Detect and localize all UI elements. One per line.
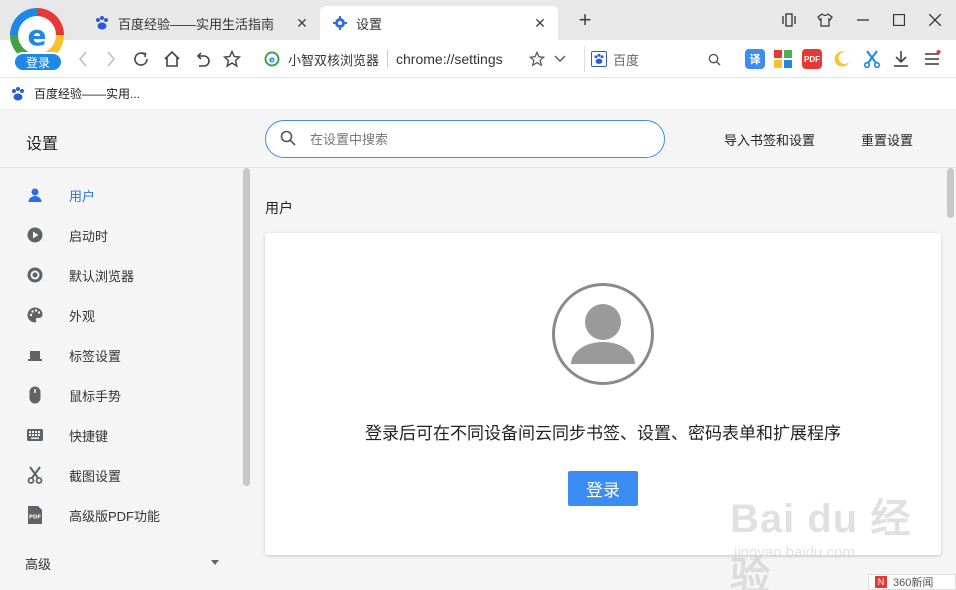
sidebar-item-pdf[interactable]: PDF 高级版PDF功能 xyxy=(0,496,240,534)
mouse-icon xyxy=(25,385,45,405)
address-toolbar: e 小智双核浏览器 chrome://settings 百度 译 PDF xyxy=(0,40,956,78)
download-icon[interactable] xyxy=(891,49,911,69)
address-separator xyxy=(387,50,389,68)
browser-logo-letter: e xyxy=(18,16,56,54)
compact-mode-icon[interactable] xyxy=(777,8,801,32)
sync-description: 登录后可在不同设备间云同步书签、设置、密码表单和扩展程序 xyxy=(365,424,841,443)
pdf-icon[interactable]: PDF xyxy=(802,49,822,69)
url-text[interactable]: chrome://settings xyxy=(396,51,503,67)
window-close-icon[interactable] xyxy=(923,8,947,32)
sidebar-item-label: 外观 xyxy=(69,308,96,324)
gear-icon xyxy=(332,15,348,31)
advanced-section-toggle[interactable]: 高级 xyxy=(25,554,51,573)
maximize-icon[interactable] xyxy=(887,8,911,32)
close-icon[interactable]: ✕ xyxy=(532,15,548,31)
skin-shirt-icon[interactable] xyxy=(813,8,837,32)
browser-logo[interactable]: e 登录 xyxy=(8,8,68,72)
reload-icon[interactable] xyxy=(130,48,152,70)
sidebar-item-default-browser[interactable]: 默认浏览器 xyxy=(0,256,240,294)
target-icon xyxy=(25,265,45,285)
screenshot-scissors-icon[interactable] xyxy=(862,49,882,69)
tab-title: 百度经验——实用生活指南 xyxy=(118,16,275,32)
home-icon[interactable] xyxy=(161,48,183,70)
forward-icon[interactable] xyxy=(100,48,122,70)
new-tab-button[interactable]: + xyxy=(574,9,596,32)
chevron-down-icon[interactable] xyxy=(211,560,219,565)
sidebar-item-label: 高级版PDF功能 xyxy=(69,508,161,524)
site-browser-icon: e xyxy=(264,51,280,67)
sidebar-item-label: 鼠标手势 xyxy=(69,388,122,404)
baidu-paw-icon xyxy=(94,15,110,31)
svg-text:e: e xyxy=(269,56,275,66)
page-title: 设置 xyxy=(26,136,59,153)
section-title: 用户 xyxy=(265,200,293,216)
moon-icon[interactable] xyxy=(832,49,852,69)
main-scrollbar[interactable] xyxy=(947,168,954,218)
login-badge[interactable]: 登录 xyxy=(13,52,63,72)
baidu-jingyan-watermark: Bai du 经验 jingyan.baidu.com xyxy=(730,486,930,590)
sidebar-item-label: 默认浏览器 xyxy=(69,268,135,284)
sidebar-item-mouse-gestures[interactable]: 鼠标手势 xyxy=(0,376,240,414)
tab-baidu-jingyan[interactable]: 百度经验——实用生活指南 ✕ xyxy=(82,6,320,40)
news-icon: N xyxy=(875,576,887,588)
menu-icon[interactable] xyxy=(922,49,942,69)
reset-settings-button[interactable]: 重置设置 xyxy=(861,130,913,149)
person-icon xyxy=(25,185,45,205)
bookmark-item[interactable]: 百度经验——实用... xyxy=(10,85,140,102)
search-icon[interactable] xyxy=(706,51,722,67)
keyboard-icon xyxy=(25,425,45,445)
watermark-domain: jingyan.baidu.com xyxy=(734,544,855,561)
sidebar-item-shortcuts[interactable]: 快捷键 xyxy=(0,416,240,454)
sidebar-item-label: 用户 xyxy=(69,188,96,204)
apps-icon[interactable] xyxy=(773,49,793,69)
baidu-paw-icon xyxy=(10,86,26,102)
sidebar-scrollbar[interactable] xyxy=(243,168,250,486)
pdf-icon: PDF xyxy=(25,505,45,525)
login-button[interactable]: 登录 xyxy=(568,471,638,506)
news-label: 360新闻 xyxy=(893,577,934,589)
tab-title: 设置 xyxy=(356,16,383,32)
sidebar-item-label: 标签设置 xyxy=(69,348,122,364)
svg-text:PDF: PDF xyxy=(29,515,42,521)
sidebar-item-tabs[interactable]: 标签设置 xyxy=(0,336,240,374)
undo-close-tab-icon[interactable] xyxy=(191,48,213,70)
close-icon[interactable]: ✕ xyxy=(294,15,310,31)
sidebar-item-screenshot[interactable]: 截图设置 xyxy=(0,456,240,494)
sidebar-item-label: 截图设置 xyxy=(69,468,122,484)
settings-sidebar: 用户 启动时 默认浏览器 外观 标签设置 鼠标手势 快捷键 截图设置 PDF 高… xyxy=(0,168,250,590)
play-icon xyxy=(25,225,45,245)
search-input[interactable] xyxy=(310,131,630,147)
news-popup[interactable]: N 360新闻 xyxy=(868,574,956,590)
sidebar-item-label: 启动时 xyxy=(69,228,109,244)
scissors-icon xyxy=(25,465,45,485)
back-icon[interactable] xyxy=(72,48,94,70)
favorite-star-icon[interactable] xyxy=(526,48,548,70)
translate-icon[interactable]: 译 xyxy=(745,49,765,69)
settings-search-box[interactable] xyxy=(265,120,665,158)
tab-settings[interactable]: 设置 ✕ xyxy=(320,6,558,40)
search-engine-label: 百度 xyxy=(613,52,640,68)
tab-strip: e 登录 百度经验——实用生活指南 ✕ 设置 ✕ + xyxy=(0,0,956,72)
site-name: 小智双核浏览器 xyxy=(288,52,380,68)
settings-header: 设置 导入书签和设置 重置设置 xyxy=(0,110,956,168)
search-engine-box[interactable]: 百度 xyxy=(584,46,726,72)
chevron-down-icon[interactable] xyxy=(549,48,571,70)
sidebar-item-startup[interactable]: 启动时 xyxy=(0,216,240,254)
palette-icon xyxy=(25,305,45,325)
minimize-icon[interactable] xyxy=(851,8,875,32)
bookmark-star-icon[interactable] xyxy=(221,48,243,70)
sidebar-item-appearance[interactable]: 外观 xyxy=(0,296,240,334)
bookmark-label: 百度经验——实用... xyxy=(34,87,141,101)
sidebar-item-label: 快捷键 xyxy=(69,428,109,444)
import-bookmarks-button[interactable]: 导入书签和设置 xyxy=(724,130,815,149)
avatar xyxy=(552,283,654,385)
search-icon xyxy=(280,130,298,148)
sidebar-item-user[interactable]: 用户 xyxy=(0,176,240,214)
baidu-paw-icon xyxy=(591,51,607,67)
bookmarks-bar: 百度经验——实用... xyxy=(0,78,956,110)
tab-icon xyxy=(25,345,45,365)
